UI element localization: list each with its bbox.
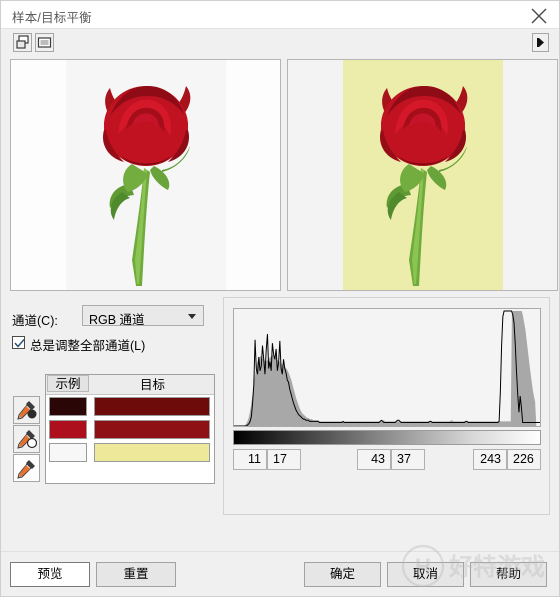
chevron-down-icon <box>188 314 196 319</box>
table-header-row: 示例 目标 <box>46 375 214 395</box>
output-black-value: 17 <box>273 452 287 466</box>
input-gray-field[interactable]: 43 <box>357 449 391 470</box>
input-white-value: 243 <box>480 452 501 466</box>
column-header-target: 目标 <box>139 378 165 392</box>
before-preview[interactable] <box>10 59 281 291</box>
input-gray-value: 43 <box>371 452 385 466</box>
after-preview-canvas <box>342 60 503 290</box>
gray-point-dropper-icon[interactable] <box>13 425 40 453</box>
table-row[interactable] <box>46 395 214 418</box>
white-point-dropper-icon[interactable] <box>13 454 40 482</box>
black-point-dropper-icon[interactable] <box>13 396 40 424</box>
footer-divider <box>1 551 559 552</box>
after-preview[interactable] <box>287 59 558 291</box>
split-view-icon[interactable] <box>13 33 32 52</box>
cancel-button[interactable]: 取消 <box>387 562 464 587</box>
checkbox-box <box>12 336 25 349</box>
output-gray-field[interactable]: 37 <box>391 449 425 470</box>
table-row[interactable] <box>46 418 214 441</box>
close-icon[interactable] <box>517 1 559 28</box>
column-header-sample: 示例 <box>47 375 89 392</box>
input-black-value: 11 <box>248 452 261 466</box>
tone-gradient-bar <box>233 430 541 445</box>
sample-target-table[interactable]: 示例 目标 <box>45 374 215 484</box>
target-swatch-0[interactable] <box>94 397 210 416</box>
expand-arrow-icon[interactable] <box>532 33 549 52</box>
ok-button[interactable]: 确定 <box>304 562 381 587</box>
sample-target-balance-dialog: 样本/目标平衡 通道(C): RGB 通道 总是调整全部通道(L) 示例 目标 … <box>0 0 560 597</box>
help-button[interactable]: 帮助 <box>470 562 547 587</box>
rose-image-after <box>379 86 467 286</box>
histogram-chart[interactable] <box>233 308 541 427</box>
output-black-field[interactable]: 17 <box>267 449 301 470</box>
output-white-value: 226 <box>513 452 534 466</box>
sample-swatch-2[interactable] <box>49 443 87 462</box>
input-white-field[interactable]: 243 <box>473 449 507 470</box>
sample-swatch-0[interactable] <box>49 397 87 416</box>
sample-swatch-1[interactable] <box>49 420 87 439</box>
table-row[interactable] <box>46 441 214 464</box>
channel-dropdown[interactable]: RGB 通道 <box>82 305 204 327</box>
rose-image-before <box>102 86 190 286</box>
output-white-field[interactable]: 226 <box>507 449 541 470</box>
reset-button[interactable]: 重置 <box>96 562 176 587</box>
channel-label: 通道(C): <box>12 314 58 328</box>
target-swatch-2[interactable] <box>94 443 210 462</box>
input-black-field[interactable]: 11 <box>233 449 267 470</box>
page-title: 样本/目标平衡 <box>12 11 92 25</box>
preview-button[interactable]: 预览 <box>10 562 90 587</box>
before-preview-canvas <box>65 60 226 290</box>
adjust-all-channels-label: 总是调整全部通道(L) <box>30 339 146 353</box>
view-toolbar <box>1 29 559 55</box>
check-icon <box>14 339 25 348</box>
title-bar: 样本/目标平衡 <box>1 1 559 29</box>
output-gray-value: 37 <box>397 452 411 466</box>
single-view-icon[interactable] <box>35 33 54 52</box>
channel-value: RGB 通道 <box>89 313 145 327</box>
histogram-panel: 11 17 43 37 243 226 剪裁(P): 5 % <box>223 297 550 515</box>
target-swatch-1[interactable] <box>94 420 210 439</box>
